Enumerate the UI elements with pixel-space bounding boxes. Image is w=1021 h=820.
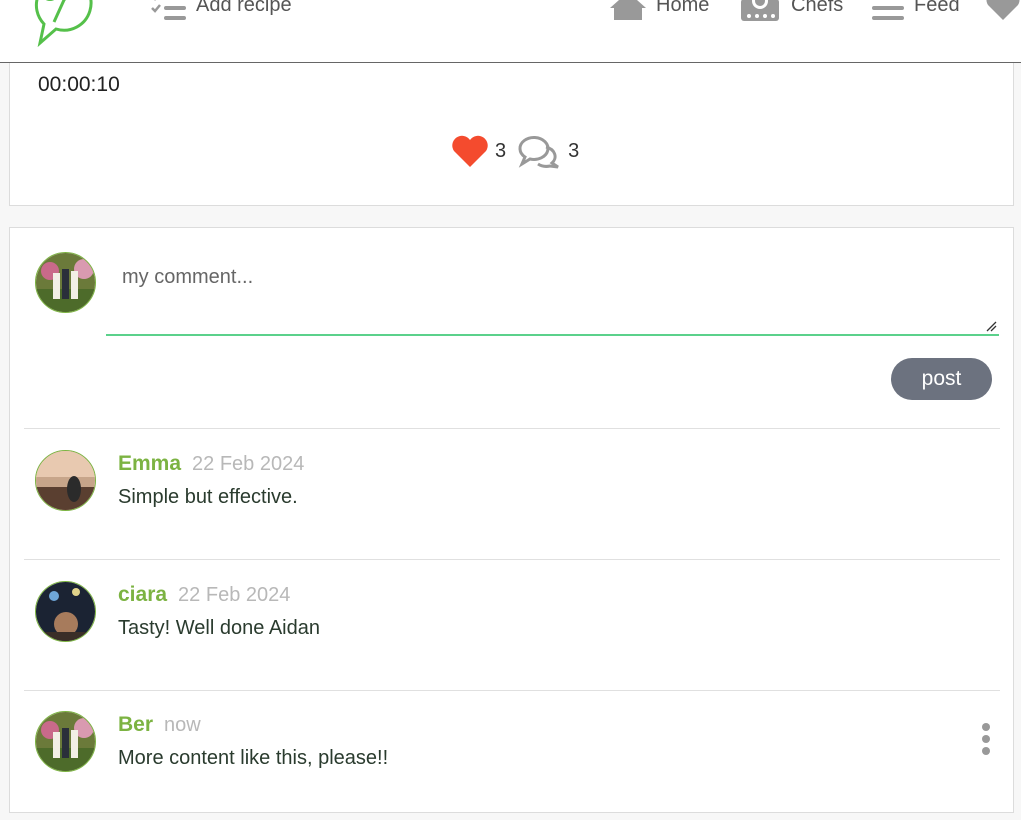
heart-icon (986, 0, 1020, 20)
nav-home[interactable]: Home (608, 0, 709, 20)
recipe-stats: 3 3 (451, 131, 583, 171)
comment-avatar[interactable] (35, 581, 96, 642)
comment-author[interactable]: ciara (118, 583, 167, 607)
checklist-icon (151, 0, 186, 20)
divider (24, 428, 1000, 429)
nav-feed[interactable]: Feed (870, 0, 960, 20)
comment-avatar[interactable] (35, 711, 96, 772)
resize-grip-icon[interactable] (985, 320, 997, 332)
nav-liked[interactable] (985, 0, 1021, 20)
more-options-icon[interactable] (978, 721, 994, 757)
logo-icon[interactable] (30, 0, 100, 48)
nav-chefs[interactable]: Chefs (737, 0, 844, 21)
home-icon (610, 0, 646, 20)
comment-header: ciara 22 Feb 2024 (118, 583, 290, 607)
comment-author[interactable]: Emma (118, 452, 181, 476)
comment-date: 22 Feb 2024 (178, 584, 291, 606)
feed-icon (872, 6, 904, 20)
navbar: Add recipe Home Chefs Feed (0, 0, 1021, 63)
comment-item: Emma 22 Feb 2024 Simple but effective. (10, 430, 1013, 550)
recipe-timer: 00:00:10 (38, 73, 120, 96)
comment-input[interactable] (106, 248, 999, 336)
comment-date: 22 Feb 2024 (192, 453, 305, 475)
like-heart-icon[interactable] (451, 134, 489, 168)
comment-text: Tasty! Well done Aidan (118, 617, 320, 639)
comments-icon[interactable] (516, 133, 562, 169)
comment-text: More content like this, please!! (118, 747, 389, 769)
nav-add-recipe-label: Add recipe (196, 0, 292, 16)
comment-text: Simple but effective. (118, 486, 298, 508)
nav-add-recipe[interactable]: Add recipe (150, 0, 292, 20)
comment-header: Ber now (118, 713, 201, 737)
nav-chefs-label: Chefs (791, 0, 844, 16)
comment-date: now (164, 714, 201, 736)
comment-item: ciara 22 Feb 2024 Tasty! Well done Aidan (10, 561, 1013, 681)
nav-feed-label: Feed (914, 0, 960, 16)
recipe-card: 00:00:10 3 3 (9, 63, 1014, 206)
post-button[interactable]: post (891, 358, 992, 400)
comment-header: Emma 22 Feb 2024 (118, 452, 304, 476)
likes-count: 3 (495, 139, 507, 162)
chef-icon (741, 0, 779, 21)
divider (24, 559, 1000, 560)
comment-avatar[interactable] (35, 450, 96, 511)
comment-author[interactable]: Ber (118, 713, 153, 737)
nav-home-label: Home (656, 0, 710, 16)
current-user-avatar[interactable] (35, 252, 96, 313)
comments-card: post Emma 22 Feb 2024 Simple but effecti… (9, 227, 1014, 813)
comment-item: Ber now More content like this, please!! (10, 691, 1013, 811)
comments-count: 3 (568, 139, 580, 162)
